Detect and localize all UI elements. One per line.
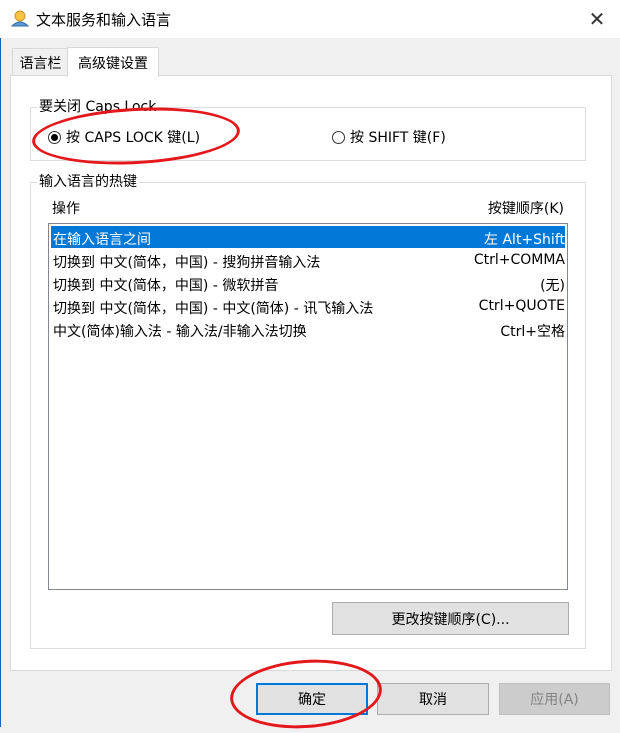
caps-lock-group-title: 要关闭 Caps Lock [37, 98, 159, 116]
radio-caps-lock-key[interactable]: 按 CAPS LOCK 键(L) [48, 127, 200, 147]
hotkey-action: 在输入语言之间 [53, 232, 151, 248]
text-services-icon [10, 10, 30, 28]
list-item[interactable]: 在输入语言之间 左 Alt+Shift [51, 226, 565, 248]
hotkey-action: 切换到 中文(简体，中国) - 微软拼音 [53, 278, 279, 294]
hotkey-action: 切换到 中文(简体，中国) - 搜狗拼音输入法 [53, 255, 321, 271]
ok-button[interactable]: 确定 [256, 683, 368, 715]
window-title: 文本服务和输入语言 [36, 11, 172, 29]
hotkey-key: (无) [540, 278, 565, 294]
hotkey-key: Ctrl+COMMA [473, 252, 565, 268]
change-key-sequence-button[interactable]: 更改按键顺序(C)... [332, 602, 569, 635]
radio-label: 按 SHIFT 键(F) [350, 130, 446, 146]
list-item[interactable]: 切换到 中文(简体，中国) - 搜狗拼音输入法 Ctrl+COMMA [51, 249, 565, 271]
radio-indicator [48, 130, 61, 144]
hotkeys-group-title: 输入语言的热键 [37, 173, 139, 191]
tab-language-bar[interactable]: 语言栏 [12, 48, 69, 76]
hotkey-action: 切换到 中文(简体，中国) - 中文(简体) - 讯飞输入法 [53, 301, 374, 317]
radio-label: 按 CAPS LOCK 键(L) [66, 130, 201, 146]
list-item[interactable]: 切换到 中文(简体，中国) - 中文(简体) - 讯飞输入法 Ctrl+QUOT… [51, 295, 565, 317]
radio-shift-key[interactable]: 按 SHIFT 键(F) [332, 127, 446, 147]
cancel-button[interactable]: 取消 [377, 683, 489, 715]
hotkey-key: Ctrl+QUOTE [478, 298, 565, 314]
list-item[interactable]: 切换到 中文(简体，中国) - 微软拼音 (无) [51, 272, 565, 294]
hotkey-key: Ctrl+空格 [500, 324, 565, 340]
tab-advanced-key-settings[interactable]: 高级键设置 [67, 47, 159, 77]
close-icon[interactable]: ✕ [574, 0, 620, 38]
column-header-action: 操作 [52, 201, 80, 217]
radio-indicator [332, 130, 345, 144]
title-bar: 文本服务和输入语言 ✕ [0, 0, 620, 38]
column-header-key: 按键顺序(K) [487, 201, 564, 217]
window-edge [0, 38, 1, 727]
hotkey-key: 左 Alt+Shift [484, 232, 565, 248]
list-item[interactable]: 中文(简体)输入法 - 输入法/非输入法切换 Ctrl+空格 [51, 318, 565, 340]
tab-label: 语言栏 [19, 55, 62, 72]
hotkey-list[interactable]: 在输入语言之间 左 Alt+Shift 切换到 中文(简体，中国) - 搜狗拼音… [48, 223, 568, 590]
hotkey-action: 中文(简体)输入法 - 输入法/非输入法切换 [53, 324, 307, 340]
tab-label: 高级键设置 [78, 55, 148, 72]
apply-button[interactable]: 应用(A) [499, 683, 610, 715]
